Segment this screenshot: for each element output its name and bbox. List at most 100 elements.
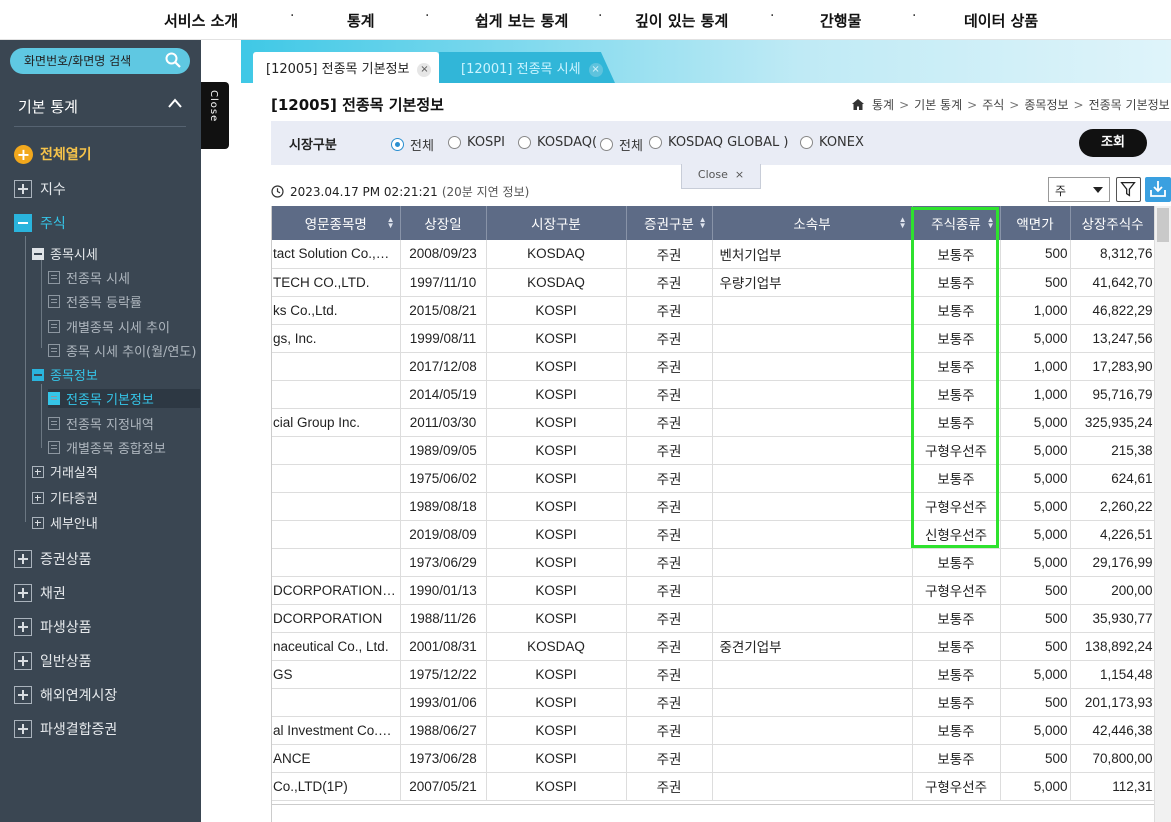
table-row[interactable]: naceutical Co., Ltd. 2001/08/31 KOSDAQ 주권 중견… (272, 632, 1156, 661)
search-button[interactable]: 조회 (1079, 129, 1147, 157)
radio-kosdaq-all[interactable]: 전체 (600, 135, 643, 154)
table-row[interactable]: 2017/12/08 KOSPI 주권 보통주 1,000 17,283,90 (272, 352, 1156, 381)
sidebar-item-stock-price[interactable]: 종목시세 (32, 244, 98, 263)
column-header-english-name[interactable]: 영문종목명 ▲ ▼ (272, 206, 401, 240)
radio-kospi[interactable]: KOSPI (448, 135, 505, 150)
sidebar-item-price-trend[interactable]: 개별종목 시세 추이 (48, 317, 170, 336)
column-header-stock-type[interactable]: 주식종류 ▲ ▼ (912, 206, 1001, 240)
sidebar-item-price-trend-monthly[interactable]: 종목 시세 추이(월/연도) (48, 341, 196, 360)
sidebar-item-all-basic-info[interactable]: 전종목 기본정보 (48, 389, 200, 408)
table-row[interactable]: DCORPORATION(… 1990/01/13 KOSPI 주권 구형우선주 500 2… (272, 576, 1156, 605)
radio-kosdaq-global[interactable]: KOSDAQ GLOBAL ) (649, 135, 788, 150)
sidebar-item-all-change[interactable]: 전종목 등락률 (48, 292, 142, 311)
table-row[interactable]: 1989/08/18 KOSPI 주권 구형우선주 5,000 2,260,22 (272, 492, 1156, 521)
open-all-button[interactable]: + 전체열기 (14, 144, 92, 164)
table-row[interactable]: TECH CO.,LTD. 1997/11/10 KOSDAQ 주권 우량기업부 보통주 5… (272, 268, 1156, 297)
sidebar-close-tab[interactable]: Close (201, 82, 229, 149)
sidebar-item-stock-info[interactable]: 종목정보 (32, 365, 98, 384)
column-header-par-value[interactable]: 액면가 (1000, 206, 1071, 240)
sidebar-item-stock[interactable]: 주식 (14, 213, 66, 233)
scrollbar-thumb[interactable] (1157, 208, 1169, 242)
tab-basic-info[interactable]: [12005] 전종목 기본정보 × (253, 52, 439, 83)
sort-icon[interactable]: ▲ ▼ (387, 216, 395, 230)
column-header-listing-date[interactable]: 상장일 (400, 206, 487, 240)
table-row[interactable]: ANCE 1973/06/28 KOSPI 주권 보통주 500 70,800,00 (272, 744, 1156, 773)
sidebar-search-input[interactable]: 화면번호/화면명 검색 (10, 48, 190, 74)
sidebar-item-other-securities[interactable]: 기타증권 (32, 488, 98, 507)
table-row[interactable]: 2019/08/09 KOSPI 주권 신형우선주 5,000 4,226,51 (272, 520, 1156, 549)
column-header-listed-shares[interactable]: 상장주식수 (1070, 206, 1156, 240)
column-header-security-type[interactable]: 증권구분 ▲ ▼ (626, 206, 713, 240)
radio-label: 전체 (619, 139, 643, 154)
radio-konex[interactable]: KONEX (800, 135, 864, 150)
table-row[interactable]: ks Co.,Ltd. 2015/08/21 KOSPI 주권 보통주 1,000 46,8… (272, 296, 1156, 325)
table-cell-department (712, 604, 913, 633)
nav-deep-statistics[interactable]: 깊이 있는 통계 (635, 10, 728, 31)
sidebar-item-derivatives[interactable]: 파생상품 (14, 617, 92, 637)
table-row[interactable]: 2014/05/19 KOSPI 주권 보통주 1,000 95,716,79 (272, 380, 1156, 409)
sidebar-item-overseas[interactable]: 해외연계시장 (14, 685, 117, 705)
document-icon (48, 320, 60, 333)
table-cell-market: KOSPI (486, 464, 627, 493)
breadcrumb-item[interactable]: 주식 (982, 96, 1004, 113)
table-row[interactable]: al Investment Co.… 1988/06/27 KOSPI 주권 보통주 5,… (272, 716, 1156, 745)
breadcrumb-separator: > (899, 97, 910, 112)
table-row[interactable]: cial Group Inc. 2011/03/30 KOSPI 주권 보통주 5,000… (272, 408, 1156, 437)
breadcrumb-item[interactable]: 종목정보 (1024, 96, 1068, 113)
table-cell-par-value: 5,000 (1000, 520, 1071, 549)
sidebar-item-all-price[interactable]: 전종목 시세 (48, 268, 130, 287)
tab-label: [12005] 전종목 기본정보 (266, 62, 410, 77)
breadcrumb-item[interactable]: 통계 (872, 96, 894, 113)
table-cell-security-type: 주권 (626, 632, 713, 661)
tab-stock-price[interactable]: [12001] 전종목 시세 × (439, 52, 615, 83)
sidebar-item-designation[interactable]: 전종목 지정내역 (48, 414, 154, 433)
sidebar-item-commodities[interactable]: 일반상품 (14, 651, 92, 671)
sort-icon[interactable]: ▲ ▼ (987, 216, 995, 230)
nav-separator: · (425, 8, 430, 24)
table-row[interactable]: tact Solution Co.,… 2008/09/23 KOSDAQ 주권 벤처기… (272, 240, 1156, 269)
vertical-scrollbar[interactable] (1154, 206, 1171, 822)
filter-button[interactable] (1116, 177, 1141, 202)
nav-statistics[interactable]: 통계 (347, 10, 375, 31)
close-icon[interactable]: × (417, 63, 432, 77)
chevron-up-icon[interactable] (168, 98, 182, 108)
table-row[interactable]: 1993/01/06 KOSPI 주권 보통주 500 201,173,93 (272, 688, 1156, 717)
radio-kosdaq[interactable]: KOSDAQ( (518, 135, 597, 150)
table-row[interactable]: gs, Inc. 1999/08/11 KOSPI 주권 보통주 5,000 13,247,… (272, 324, 1156, 353)
table-cell-market: KOSDAQ (486, 268, 627, 297)
table-row[interactable]: Co.,LTD(1P) 2007/05/21 KOSPI 주권 구형우선주 5,000 11… (272, 772, 1156, 801)
download-button[interactable] (1145, 177, 1171, 202)
filter-close-button[interactable]: Close × (681, 164, 761, 189)
column-header-label: 증권구분 (644, 217, 694, 232)
sidebar-item-details[interactable]: 세부안내 (32, 513, 98, 532)
search-icon[interactable] (164, 51, 182, 69)
table-row[interactable]: 1973/06/29 KOSPI 주권 보통주 5,000 29,176,99 (272, 548, 1156, 577)
sidebar-item-index[interactable]: 지수 (14, 179, 66, 199)
breadcrumb-item[interactable]: 기본 통계 (914, 96, 962, 113)
unit-select[interactable]: 주 (1048, 177, 1110, 202)
table-row[interactable]: 1975/06/02 KOSPI 주권 보통주 5,000 624,61 (272, 464, 1156, 493)
nav-publications[interactable]: 간행물 (820, 10, 861, 31)
tree-line (25, 236, 26, 522)
column-header-department[interactable]: 소속부 ▲ ▼ (712, 206, 913, 240)
table-cell-stock-type: 구형우선주 (912, 436, 1001, 465)
sidebar-item-securities-products[interactable]: 증권상품 (14, 549, 92, 569)
column-header-market[interactable]: 시장구분 (486, 206, 627, 240)
sort-icon[interactable]: ▲ ▼ (699, 216, 707, 230)
breadcrumb-item[interactable]: 전종목 기본정보 (1089, 96, 1170, 113)
sidebar-item-trading[interactable]: 거래실적 (32, 462, 98, 481)
nav-easy-statistics[interactable]: 쉽게 보는 통계 (475, 10, 568, 31)
sidebar-item-overview[interactable]: 개별종목 종합정보 (48, 438, 166, 457)
table-row[interactable]: GS 1975/12/22 KOSPI 주권 보통주 5,000 1,154,48 (272, 660, 1156, 689)
close-icon[interactable]: × (588, 63, 603, 77)
sidebar-item-derivative-linked[interactable]: 파생결합증권 (14, 719, 117, 739)
radio-all[interactable]: 전체 (391, 135, 434, 154)
sort-icon[interactable]: ▲ ▼ (899, 216, 907, 230)
table-cell-department (712, 492, 913, 521)
table-row[interactable]: 1989/09/05 KOSPI 주권 구형우선주 5,000 215,38 (272, 436, 1156, 465)
table-row[interactable]: DCORPORATION 1988/11/26 KOSPI 주권 보통주 500 35,93… (272, 604, 1156, 633)
nav-service-intro[interactable]: 서비스 소개 (164, 10, 238, 31)
nav-data-products[interactable]: 데이터 상품 (964, 10, 1038, 31)
sidebar-item-bonds[interactable]: 채권 (14, 583, 66, 603)
home-icon[interactable] (852, 99, 864, 110)
